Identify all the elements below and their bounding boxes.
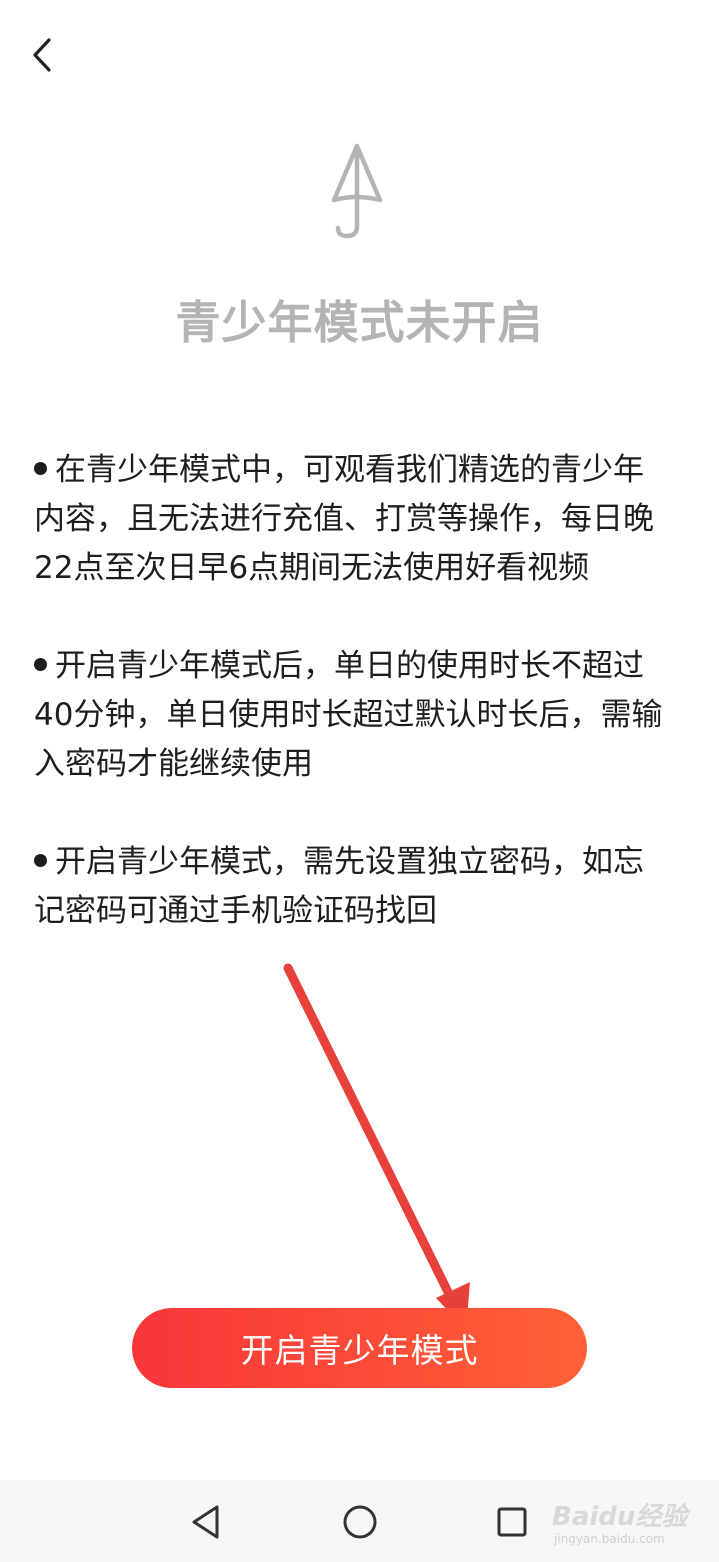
description-item-1: 在青少年模式中，可观看我们精选的青少年 内容，且无法进行充值、打赏等操作，每日晚… <box>34 446 689 593</box>
description-line: 开启青少年模式，需先设置独立密码，如忘 <box>55 844 644 880</box>
nav-recents-button[interactable] <box>488 1498 536 1546</box>
description-line: 22点至次日早6点期间无法使用好看视频 <box>34 550 590 586</box>
description-line: 40分钟，单日使用时长超过默认时长后，需输 <box>34 697 663 733</box>
description-line: 记密码可通过手机验证码找回 <box>34 893 437 929</box>
baidu-jingyan-watermark: Baidu经验 jingyan.baidu.com <box>548 1494 719 1554</box>
page-title: 青少年模式未开启 <box>175 296 544 349</box>
bullet-icon <box>34 462 47 475</box>
bullet-icon <box>34 854 47 867</box>
umbrella-closed-icon <box>331 143 383 239</box>
description-item-2: 开启青少年模式后，单日的使用时长不超过 40分钟，单日使用时长超过默认时长后，需… <box>34 642 689 789</box>
description-line: 在青少年模式中，可观看我们精选的青少年 <box>55 452 644 488</box>
description-list: 在青少年模式中，可观看我们精选的青少年 内容，且无法进行充值、打赏等操作，每日晚… <box>34 446 689 985</box>
square-recents-icon <box>497 1507 527 1537</box>
bullet-icon <box>34 658 47 671</box>
description-line: 内容，且无法进行充值、打赏等操作，每日晚 <box>34 501 654 537</box>
triangle-back-icon <box>192 1505 219 1539</box>
nav-home-button[interactable] <box>336 1498 384 1546</box>
back-button[interactable] <box>20 30 64 80</box>
nav-back-button[interactable] <box>182 1498 230 1546</box>
chevron-left-icon <box>33 38 51 72</box>
watermark-url: jingyan.baidu.com <box>554 1532 665 1546</box>
description-line: 开启青少年模式后，单日的使用时长不超过 <box>55 648 644 684</box>
watermark-logo: Baidu经验 <box>552 1502 688 1532</box>
description-item-3: 开启青少年模式，需先设置独立密码，如忘 记密码可通过手机验证码找回 <box>34 838 689 936</box>
circle-home-icon <box>343 1505 377 1539</box>
enable-youth-mode-button[interactable]: 开启青少年模式 <box>132 1308 587 1388</box>
description-line: 入密码才能继续使用 <box>34 746 313 782</box>
